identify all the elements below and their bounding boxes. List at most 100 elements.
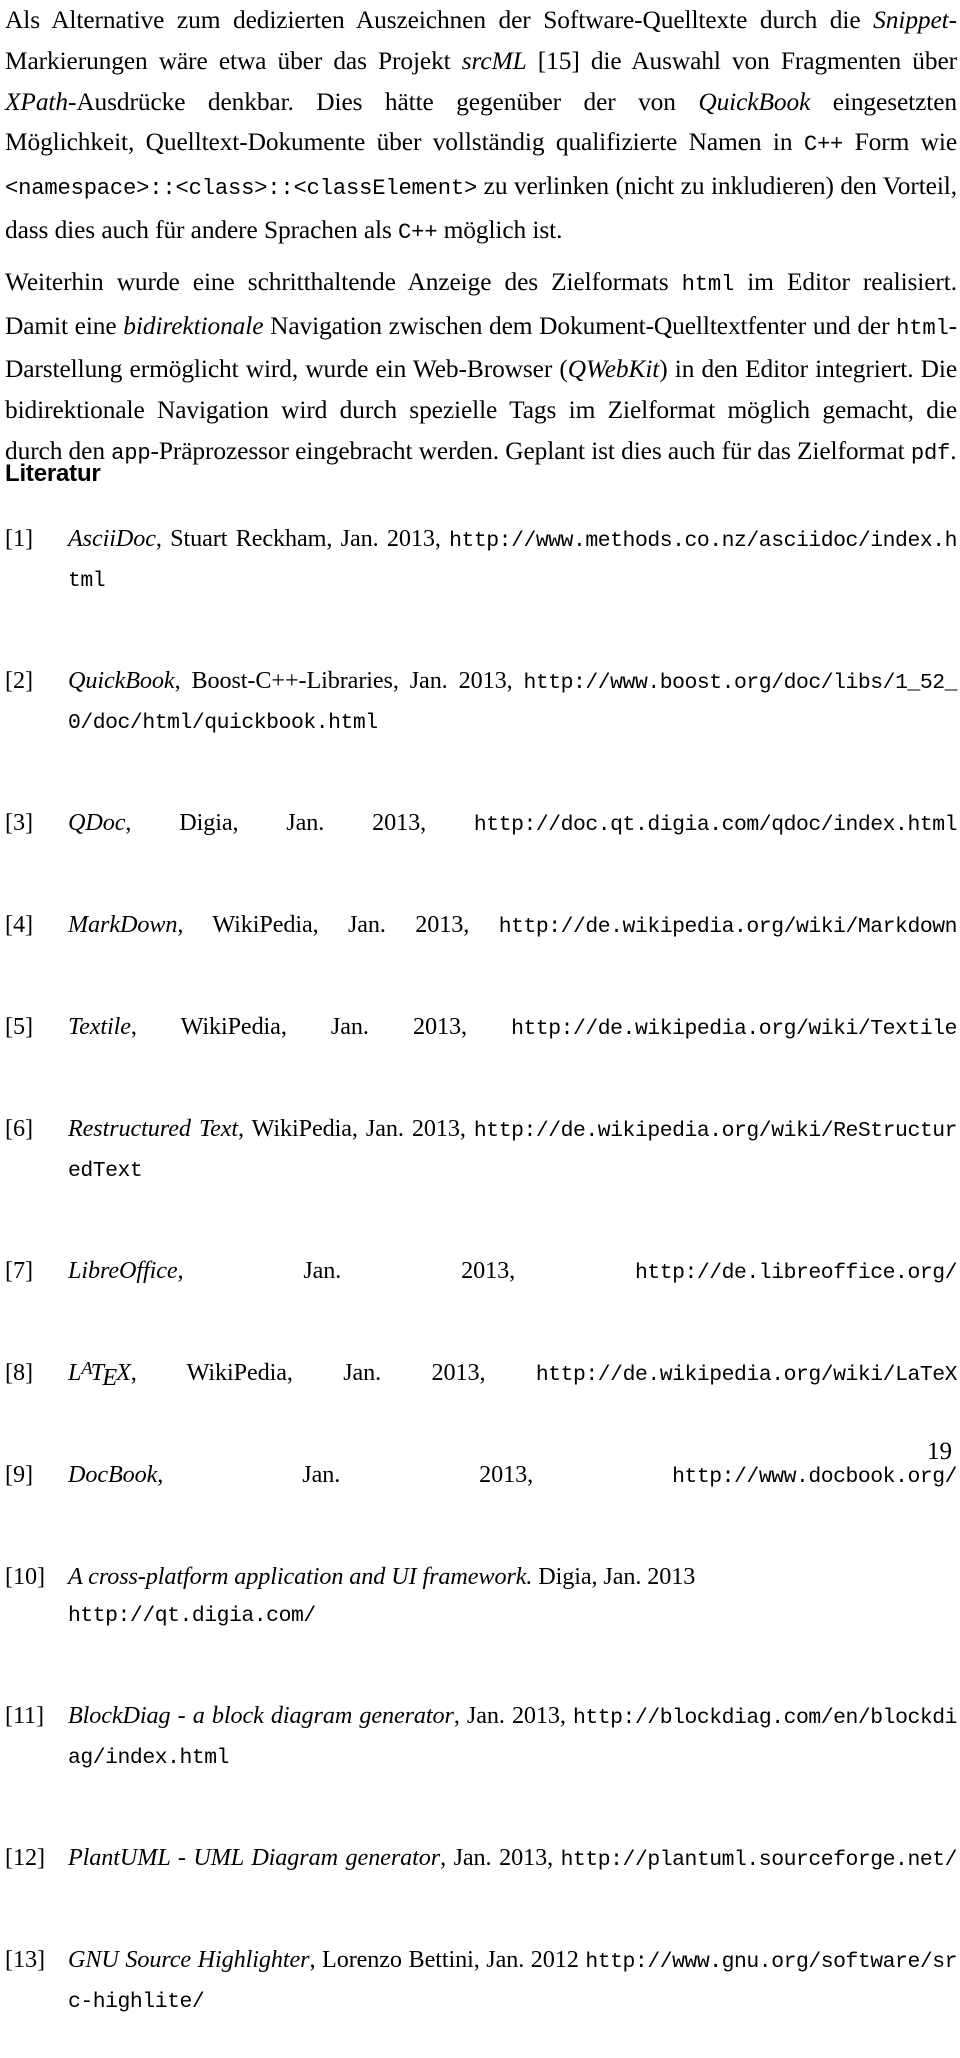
emphasis-text: GNU Source Highlighter — [68, 1946, 310, 1973]
reference-url: http://de.wikipedia.org/wiki/Textile — [511, 1017, 957, 1041]
body-text: , Jan. 2013, — [157, 1461, 673, 1488]
reference-text: BlockDiag - a block diagram generator, J… — [68, 1697, 957, 1814]
paragraph-1: Als Alternative zum dedizierten Auszeich… — [5, 0, 957, 254]
body-text: möglich ist. — [437, 215, 563, 244]
body-text: [15] die Auswahl von Fragmenten über — [526, 46, 957, 75]
body-text: . — [950, 436, 957, 465]
emphasis-text: MarkDown — [68, 911, 178, 938]
reference-text: PlantUML - UML Diagram generator, Jan. 2… — [68, 1839, 957, 1916]
latex-wordmark: LATEX — [68, 1358, 131, 1392]
reference-text: Textile, WikiPedia, Jan. 2013, http://de… — [68, 1008, 957, 1085]
emphasis-text: QuickBook — [68, 667, 175, 694]
body-text: Weiterhin wurde eine schritthaltende Anz… — [5, 267, 682, 296]
emphasis-text: PlantUML - UML Diagram generator — [68, 1844, 441, 1871]
reference-label: [4] — [5, 911, 33, 938]
paragraph-2: Weiterhin wurde eine schritthaltende Anz… — [5, 262, 957, 475]
reference-label: [3] — [5, 809, 33, 836]
emphasis-text: Snippet — [873, 6, 949, 34]
reference-label: [6] — [5, 1115, 33, 1142]
body-text: , WikiPedia, Jan. 2013, — [130, 1013, 512, 1040]
reference-entry: [1] AsciiDoc, Stuart Reckham, Jan. 2013, … — [5, 520, 957, 637]
page-number: 19 — [927, 1438, 952, 1465]
emphasis-text: AsciiDoc — [68, 525, 156, 552]
reference-label: [11] — [5, 1702, 44, 1729]
inline-code: C++ — [803, 132, 844, 158]
reference-label: [13] — [5, 1946, 45, 1973]
reference-label: [9] — [5, 1461, 33, 1488]
body-text: Navigation zwischen dem Dokument-Quellte… — [263, 311, 897, 340]
reference-label: [5] — [5, 1013, 33, 1040]
emphasis-text: XPath — [5, 87, 68, 116]
emphasis-text: Restructured Text — [68, 1115, 238, 1142]
body-text: , Digia, Jan. 2013, — [125, 809, 474, 836]
bibliography-list: [1] AsciiDoc, Stuart Reckham, Jan. 2013, … — [5, 520, 957, 2058]
reference-entry: [8] LATEX, WikiPedia, Jan. 2013, http://d… — [5, 1354, 957, 1431]
reference-text: LATEX, WikiPedia, Jan. 2013, http://de.w… — [68, 1354, 957, 1431]
body-text: , Jan. 2013, — [440, 1844, 561, 1871]
inline-code: C++ — [398, 219, 438, 245]
reference-url: http://de.wikipedia.org/wiki/Markdown — [498, 915, 958, 939]
reference-text: A cross-platform application and UI fram… — [68, 1558, 957, 1672]
emphasis-text: LibreOffice — [68, 1257, 178, 1284]
body-text: , WikiPedia, Jan. 2013, — [237, 1115, 474, 1142]
body-text-region: Als Alternative zum dedizierten Auszeich… — [5, 0, 957, 475]
reference-url: http://qt.digia.com/ — [68, 1604, 316, 1628]
body-text: , Jan. 2013, — [177, 1257, 635, 1284]
emphasis-text: DocBook — [68, 1461, 158, 1488]
body-text: , Stuart Reckham, Jan. 2013, — [155, 525, 450, 552]
reference-entry: [11] BlockDiag - a block diagram generato… — [5, 1697, 957, 1814]
reference-label: [2] — [5, 667, 33, 694]
reference-url: http://de.libreoffice.org/ — [634, 1261, 958, 1285]
reference-url: http://www.docbook.org/ — [672, 1465, 957, 1489]
body-text: , Jan. 2013, — [453, 1702, 574, 1729]
reference-entry: [6] Restructured Text, WikiPedia, Jan. 20… — [5, 1110, 957, 1227]
emphasis-text: QuickBook — [698, 87, 811, 116]
reference-label: [12] — [5, 1844, 45, 1871]
reference-entry: [3] QDoc, Digia, Jan. 2013, http://doc.qt… — [5, 804, 957, 881]
reference-text: QDoc, Digia, Jan. 2013, http://doc.qt.di… — [68, 804, 957, 881]
reference-label: [7] — [5, 1257, 33, 1284]
inline-code: <namespace>::<class>::<classElement> — [5, 176, 478, 202]
emphasis-text: QWebKit — [567, 355, 660, 384]
emphasis-text: bidirektionale — [123, 311, 264, 340]
reference-label: [10] — [5, 1563, 45, 1590]
reference-text: QuickBook, Boost-C++-Libraries, Jan. 201… — [68, 662, 957, 779]
inline-code: html — [896, 315, 949, 341]
reference-text: LibreOffice, Jan. 2013, http://de.libreo… — [68, 1252, 957, 1329]
body-text: Form wie — [843, 128, 958, 157]
reference-text: MarkDown, WikiPedia, Jan. 2013, http://d… — [68, 906, 957, 983]
inline-code: html — [681, 271, 735, 297]
body-text: -Ausdrücke denkbar. Dies hätte gegenüber… — [67, 87, 699, 116]
emphasis-text: Textile — [68, 1013, 131, 1040]
reference-text: Restructured Text, WikiPedia, Jan. 2013,… — [68, 1110, 957, 1227]
emphasis-text: QDoc — [68, 809, 126, 836]
emphasis-text: BlockDiag - a block diagram generator — [68, 1702, 454, 1729]
reference-text: AsciiDoc, Stuart Reckham, Jan. 2013, htt… — [68, 520, 957, 637]
body-text: Als Alternative zum dedizierten Auszeich… — [5, 6, 874, 34]
literatur-heading: Literatur — [5, 460, 101, 487]
inline-code: app — [111, 440, 151, 466]
reference-label: [8] — [5, 1359, 33, 1386]
emphasis-text: srcML — [461, 46, 527, 75]
reference-entry: [10] A cross-platform application and UI … — [5, 1558, 957, 1672]
body-text: -Präprozessor eingebracht werden. Geplan… — [150, 436, 911, 465]
document-page: Als Alternative zum dedizierten Auszeich… — [0, 0, 960, 2014]
reference-entry: [5] Textile, WikiPedia, Jan. 2013, http:/… — [5, 1008, 957, 1085]
reference-entry: [7] LibreOffice, Jan. 2013, http://de.lib… — [5, 1252, 957, 1329]
inline-code: pdf — [910, 440, 951, 466]
reference-text: GNU Source Highlighter, Lorenzo Bettini,… — [68, 1941, 957, 2058]
reference-entry: [12] PlantUML - UML Diagram generator, Ja… — [5, 1839, 957, 1916]
reference-entry: [13] GNU Source Highlighter, Lorenzo Bett… — [5, 1941, 957, 2058]
body-text: , WikiPedia, Jan. 2013, — [130, 1359, 536, 1386]
reference-url: http://de.wikipedia.org/wiki/LaTeX — [535, 1363, 958, 1387]
body-text: Digia, Jan. 2013 — [532, 1563, 696, 1590]
emphasis-text: A cross-platform application and UI fram… — [68, 1563, 533, 1590]
reference-label: [1] — [5, 525, 33, 552]
reference-url: http://plantuml.sourceforge.net/ — [560, 1848, 958, 1872]
reference-url: http://doc.qt.digia.com/qdoc/index.html — [473, 813, 958, 837]
body-text: , Lorenzo Bettini, Jan. 2012 — [309, 1946, 586, 1973]
body-text: , Boost-C++-Libraries, Jan. 2013, — [174, 667, 524, 694]
body-text: , WikiPedia, Jan. 2013, — [177, 911, 499, 938]
reference-entry: [2] QuickBook, Boost-C++-Libraries, Jan. … — [5, 662, 957, 779]
reference-entry: [4] MarkDown, WikiPedia, Jan. 2013, http:… — [5, 906, 957, 983]
